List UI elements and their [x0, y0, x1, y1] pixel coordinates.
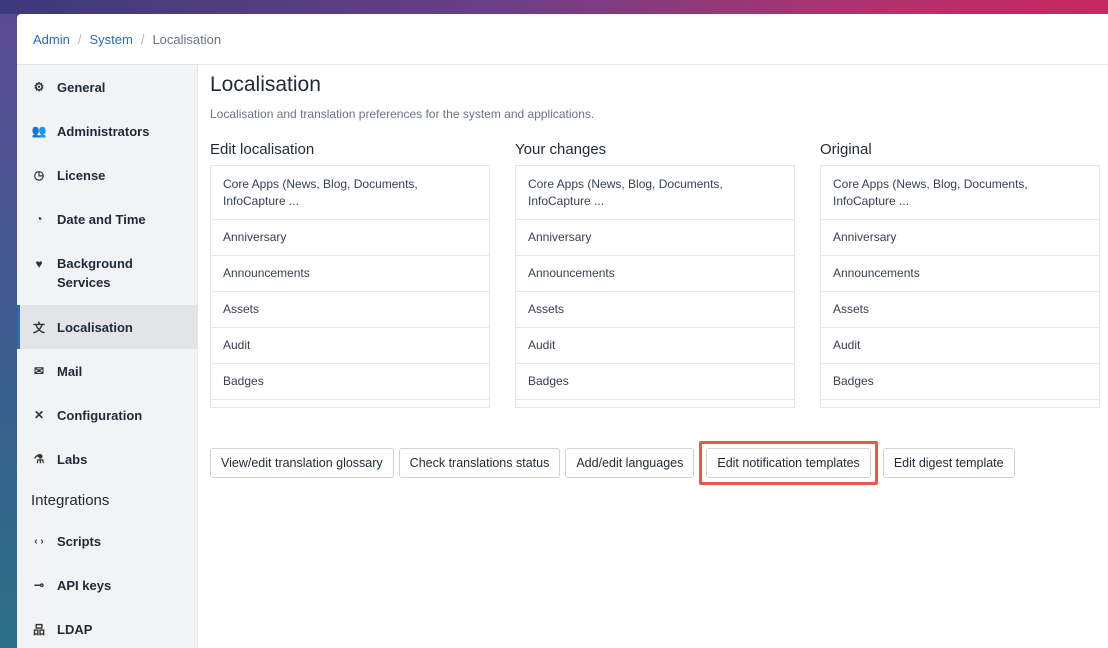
sidebar-item-label: General [57, 79, 106, 95]
breadcrumb-admin[interactable]: Admin [33, 32, 70, 47]
tools-icon: ✕ [33, 408, 45, 422]
column-title: Original [820, 141, 872, 158]
heartbeat-icon: ♥ [35, 257, 43, 271]
sidebar-heading-integrations: Integrations [31, 491, 110, 509]
sidebar-item-label: Localisation [57, 319, 133, 335]
list-item[interactable]: Audit [516, 328, 794, 364]
sidebar-item-labs[interactable]: ⚗ Labs [17, 437, 197, 481]
list-item[interactable]: Core Apps (News, Blog, Documents, InfoCa… [211, 166, 489, 220]
sidebar-item-label: Background Services [57, 256, 133, 290]
sidebar-item-label: License [57, 167, 106, 183]
page-title: Localisation [210, 73, 321, 96]
list-item[interactable]: Announcements [211, 256, 489, 292]
language-icon: 文 [32, 320, 45, 335]
sidebar-item-date-and-time[interactable]: ◔ Date and Time [17, 197, 197, 241]
breadcrumb-system[interactable]: System [89, 32, 132, 47]
add-edit-languages-button[interactable]: Add/edit languages [565, 448, 695, 478]
changes-list: Core Apps (News, Blog, Documents, InfoCa… [515, 165, 795, 408]
breadcrumb-current: Localisation [152, 31, 222, 47]
list-item[interactable]: Announcements [821, 256, 1099, 292]
action-buttons: View/edit translation glossary Check tra… [210, 441, 1015, 485]
column-your-changes: Your changes Core Apps (News, Blog, Docu… [515, 141, 795, 408]
list-item[interactable]: Assets [516, 292, 794, 328]
list-item[interactable]: Audit [211, 328, 489, 364]
sidebar: ⚙ General 👥 Administrators ◷ License ◔ D… [17, 65, 198, 648]
check-translations-status-button[interactable]: Check translations status [398, 448, 561, 478]
sidebar-item-general[interactable]: ⚙ General [17, 65, 197, 109]
list-item[interactable]: Core Apps (News, Blog, Documents, InfoCa… [821, 166, 1099, 220]
gears-icon: ⚙ [33, 80, 45, 94]
breadcrumb-separator: / [77, 31, 82, 47]
highlight-box: Edit notification templates [699, 441, 878, 485]
sidebar-item-label: LDAP [57, 621, 93, 637]
original-list: Core Apps (News, Blog, Documents, InfoCa… [820, 165, 1100, 408]
list-item[interactable]: Badges [516, 364, 794, 400]
list-item[interactable]: Anniversary [516, 220, 794, 256]
window-top-border [0, 0, 1108, 14]
localisation-list: Core Apps (News, Blog, Documents, InfoCa… [210, 165, 490, 408]
window-left-border [0, 14, 17, 648]
flask-icon: ⚗ [33, 452, 45, 466]
sidebar-item-ldap[interactable]: 品 LDAP [17, 607, 197, 648]
edit-digest-template-button[interactable]: Edit digest template [882, 448, 1015, 478]
breadcrumb: Admin / System / Localisation [17, 14, 1108, 65]
key-icon: ⊸ [33, 578, 45, 592]
column-original: Original Core Apps (News, Blog, Document… [820, 141, 1100, 408]
sidebar-item-localisation[interactable]: 文 Localisation [17, 305, 197, 349]
list-item[interactable]: Audit [821, 328, 1099, 364]
mail-icon: ✉ [33, 364, 45, 378]
main-content: Localisation Localisation and translatio… [210, 65, 1100, 485]
page-description: Localisation and translation preferences… [210, 107, 595, 121]
sidebar-item-label: Labs [57, 451, 88, 467]
sidebar-item-configuration[interactable]: ✕ Configuration [17, 393, 197, 437]
column-title: Edit localisation [210, 141, 315, 158]
license-icon: ◷ [33, 168, 45, 182]
app-window: Admin / System / Localisation ⚙ General … [17, 14, 1108, 648]
sidebar-item-label: Scripts [57, 533, 102, 549]
clock-icon: ◔ [35, 212, 43, 226]
sidebar-item-administrators[interactable]: 👥 Administrators [17, 109, 197, 153]
list-item[interactable]: Anniversary [211, 220, 489, 256]
list-item[interactable]: Assets [821, 292, 1099, 328]
users-icon: 👥 [31, 124, 47, 138]
sidebar-item-label: Mail [57, 363, 83, 379]
sidebar-item-label: API keys [57, 577, 112, 593]
sidebar-item-label: Configuration [57, 407, 143, 423]
breadcrumb-separator: / [140, 31, 145, 47]
column-title: Your changes [515, 141, 607, 158]
column-edit-localisation: Edit localisation Core Apps (News, Blog,… [210, 141, 490, 408]
sidebar-item-label: Date and Time [57, 211, 146, 227]
list-item[interactable]: Anniversary [821, 220, 1099, 256]
sidebar-item-api-keys[interactable]: ⊸ API keys [17, 563, 197, 607]
sidebar-item-scripts[interactable]: ‹ › Scripts [17, 519, 197, 563]
sidebar-item-license[interactable]: ◷ License [17, 153, 197, 197]
list-item[interactable]: Badges [211, 364, 489, 400]
list-item[interactable]: Core Apps (News, Blog, Documents, InfoCa… [516, 166, 794, 220]
sidebar-item-label: Administrators [57, 123, 150, 139]
view-edit-glossary-button[interactable]: View/edit translation glossary [210, 448, 394, 478]
list-item[interactable]: Assets [211, 292, 489, 328]
code-icon: ‹ › [34, 535, 44, 547]
network-icon: 品 [32, 622, 45, 637]
edit-notification-templates-button[interactable]: Edit notification templates [706, 448, 871, 478]
sidebar-item-background-services[interactable]: ♥ Background Services [17, 241, 197, 305]
sidebar-item-mail[interactable]: ✉ Mail [17, 349, 197, 393]
list-item[interactable]: Badges [821, 364, 1099, 400]
list-item[interactable]: Announcements [516, 256, 794, 292]
